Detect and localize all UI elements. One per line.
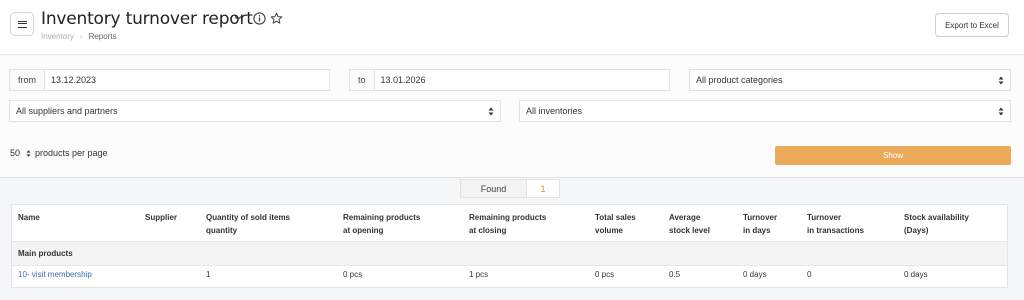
hamburger-icon [17, 20, 27, 28]
export-button[interactable]: Export to Excel [935, 13, 1009, 37]
chevron-right-icon: › [79, 32, 83, 41]
product-name-link[interactable]: 10- visit membership [18, 270, 92, 279]
column-header-supplier[interactable]: Supplier [145, 211, 177, 224]
column-header-average-stock[interactable]: Average stock level [669, 211, 710, 237]
supplier-select[interactable]: All suppliers and partners [9, 100, 501, 122]
show-button[interactable]: Show [775, 146, 1011, 165]
select-arrows-icon [998, 107, 1004, 116]
menu-button[interactable] [10, 12, 34, 36]
cell-turnover-days: 0 days [743, 270, 767, 279]
column-header-stock-availability[interactable]: Stock availability (Days) [904, 211, 969, 237]
star-icon[interactable] [270, 12, 283, 25]
column-header-sales-volume[interactable]: Total sales volume [595, 211, 636, 237]
breadcrumb-inventory[interactable]: Inventory [41, 32, 74, 41]
breadcrumb: Inventory › Reports [41, 32, 117, 41]
date-to-field[interactable]: to 13.01.2026 [349, 69, 670, 91]
found-counter: Found 1 [460, 179, 560, 198]
supplier-value: All suppliers and partners [16, 106, 118, 116]
cell-remaining-opening: 0 pcs [343, 270, 363, 279]
cell-sales-volume: 0 pcs [595, 270, 615, 279]
page-header: Inventory turnover report Inventory › Re… [0, 0, 1024, 55]
cell-remaining-closing: 1 pcs [469, 270, 489, 279]
column-header-remaining-closing[interactable]: Remaining products at closing [469, 211, 546, 237]
cell-sold-quantity: 1 [206, 270, 211, 279]
column-header-sold-quantity[interactable]: Quantity of sold items quantity [206, 211, 290, 237]
inventory-select[interactable]: All inventories [519, 100, 1011, 122]
group-label: Main products [18, 249, 73, 258]
cell-turnover-transactions: 0 [807, 270, 812, 279]
date-to-value[interactable]: 13.01.2026 [375, 75, 426, 85]
found-label: Found [461, 180, 527, 197]
date-to-label: to [350, 70, 375, 90]
column-header-remaining-opening[interactable]: Remaining products at opening [343, 211, 420, 237]
cell-average-stock: 0.5 [669, 270, 681, 279]
report-table: Name Supplier Quantity of sold items quan… [11, 204, 1008, 288]
date-from-field[interactable]: from 13.12.2023 [9, 69, 330, 91]
category-value: All product categories [696, 75, 783, 85]
category-select[interactable]: All product categories [689, 69, 1011, 91]
inventory-value: All inventories [526, 106, 583, 116]
column-header-turnover-transactions[interactable]: Turnover in transactions [807, 211, 864, 237]
found-count: 1 [540, 183, 546, 194]
column-header-turnover-days[interactable]: Turnover in days [743, 211, 777, 237]
select-arrows-icon [998, 76, 1004, 85]
date-from-label: from [10, 70, 45, 90]
breadcrumb-reports: Reports [88, 32, 117, 41]
column-header-name[interactable]: Name [18, 211, 40, 224]
date-from-value[interactable]: 13.12.2023 [45, 75, 96, 85]
chevron-down-icon[interactable] [233, 13, 243, 23]
per-page-select[interactable]: 50 products per page [10, 148, 108, 158]
group-row: Main products [12, 241, 1007, 266]
page-title: Inventory turnover report [41, 9, 253, 29]
per-page-label: products per page [35, 148, 108, 158]
select-arrows-icon [488, 107, 494, 116]
per-page-value[interactable]: 50 [10, 148, 20, 158]
select-arrows-icon [26, 149, 31, 157]
info-icon[interactable] [253, 12, 266, 25]
cell-stock-availability: 0 days [904, 270, 928, 279]
